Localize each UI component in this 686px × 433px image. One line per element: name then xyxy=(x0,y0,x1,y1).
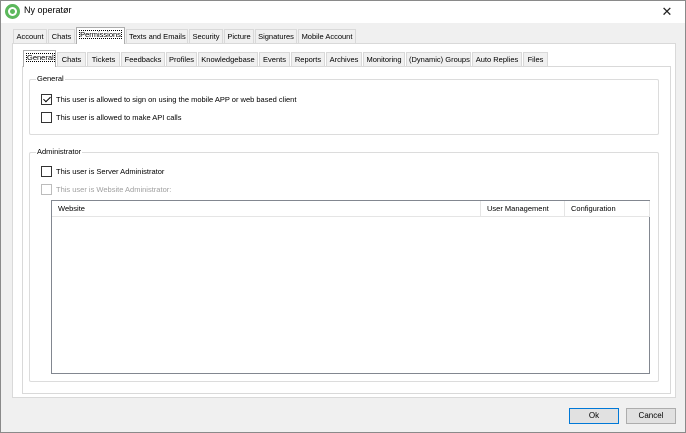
tab-texts-and-emails[interactable]: Texts and Emails xyxy=(126,29,188,44)
tab-label: Archives xyxy=(329,55,359,64)
website-list-header: Website User Management Configuration xyxy=(52,201,650,217)
api-calls-checkbox[interactable] xyxy=(41,112,52,123)
dialog-window: Ny operatør ✕ Account Chats Permissions … xyxy=(0,0,686,433)
inner-tab-general[interactable]: General xyxy=(23,50,56,67)
tab-label: Events xyxy=(263,55,286,64)
inner-tab-monitoring[interactable]: Monitoring xyxy=(363,52,405,67)
server-admin-label: This user is Server Administrator xyxy=(56,167,165,176)
administrator-group-legend: Administrator xyxy=(36,147,83,156)
tab-label: Monitoring xyxy=(366,55,402,64)
close-button[interactable]: ✕ xyxy=(655,1,679,23)
app-logo-icon xyxy=(5,4,20,19)
column-header-user-management[interactable]: User Management xyxy=(481,201,565,217)
tab-label: Profiles xyxy=(169,55,195,64)
tab-picture[interactable]: Picture xyxy=(224,29,254,44)
window-title: Ny operatør xyxy=(24,5,72,15)
tab-label: Texts and Emails xyxy=(129,32,186,41)
tab-label: General xyxy=(26,53,55,62)
inner-tab-tickets[interactable]: Tickets xyxy=(87,52,120,67)
website-list[interactable]: Website User Management Configuration xyxy=(51,200,650,374)
tab-label: Tickets xyxy=(91,55,116,64)
cancel-button[interactable]: Cancel xyxy=(626,408,676,424)
title-bar: Ny operatør ✕ xyxy=(1,1,685,23)
website-admin-checkbox xyxy=(41,184,52,195)
tab-label: Knowledgebase xyxy=(201,55,255,64)
tab-label: Mobile Account xyxy=(301,32,353,41)
tab-label: Signatures xyxy=(258,32,294,41)
inner-tab-auto-replies[interactable]: Auto Replies xyxy=(472,52,522,67)
tab-label: Chats xyxy=(51,32,72,41)
tab-label: (Dynamic) Groups xyxy=(409,55,470,64)
mobile-login-checkbox[interactable] xyxy=(41,94,52,105)
tab-signatures[interactable]: Signatures xyxy=(255,29,297,44)
inner-tab-chats[interactable]: Chats xyxy=(57,52,86,67)
general-group-legend: General xyxy=(36,74,65,83)
inner-tab-events[interactable]: Events xyxy=(259,52,290,67)
inner-tab-reports[interactable]: Reports xyxy=(291,52,325,67)
tab-label: Account xyxy=(16,32,44,41)
inner-tab-files[interactable]: Files xyxy=(523,52,548,67)
tab-chats[interactable]: Chats xyxy=(48,29,75,44)
tab-label: Feedbacks xyxy=(124,55,162,64)
column-header-website[interactable]: Website xyxy=(52,201,481,217)
inner-tab-feedbacks[interactable]: Feedbacks xyxy=(121,52,165,67)
inner-tab-profiles[interactable]: Profiles xyxy=(166,52,197,67)
tab-security[interactable]: Security xyxy=(189,29,223,44)
website-admin-label: This user is Website Administrator: xyxy=(56,185,172,194)
tab-label: Reports xyxy=(294,55,322,64)
administrator-group: Administrator This user is Server Admini… xyxy=(29,147,659,382)
tab-label: Picture xyxy=(227,32,251,41)
api-calls-label: This user is allowed to make API calls xyxy=(56,113,182,122)
column-header-configuration[interactable]: Configuration xyxy=(565,201,650,217)
server-admin-checkbox[interactable] xyxy=(41,166,52,177)
tab-label: Security xyxy=(192,32,220,41)
permissions-panel: General Chats Tickets Feedbacks Profiles… xyxy=(12,43,676,398)
ok-button[interactable]: Ok xyxy=(569,408,619,424)
tab-label: Chats xyxy=(61,55,82,64)
tab-label: Files xyxy=(527,55,544,64)
tab-mobile-account[interactable]: Mobile Account xyxy=(298,29,356,44)
tab-label: Permissions xyxy=(79,30,122,39)
mobile-login-label: This user is allowed to sign on using th… xyxy=(56,95,297,104)
tab-account[interactable]: Account xyxy=(13,29,47,44)
general-group: General This user is allowed to sign on … xyxy=(29,74,659,135)
inner-tab-dynamic-groups[interactable]: (Dynamic) Groups xyxy=(406,52,471,67)
inner-tab-archives[interactable]: Archives xyxy=(326,52,362,67)
tab-label: Auto Replies xyxy=(475,55,519,64)
inner-tab-knowledgebase[interactable]: Knowledgebase xyxy=(198,52,258,67)
general-panel: General This user is allowed to sign on … xyxy=(22,66,671,394)
tab-permissions[interactable]: Permissions xyxy=(76,27,125,44)
